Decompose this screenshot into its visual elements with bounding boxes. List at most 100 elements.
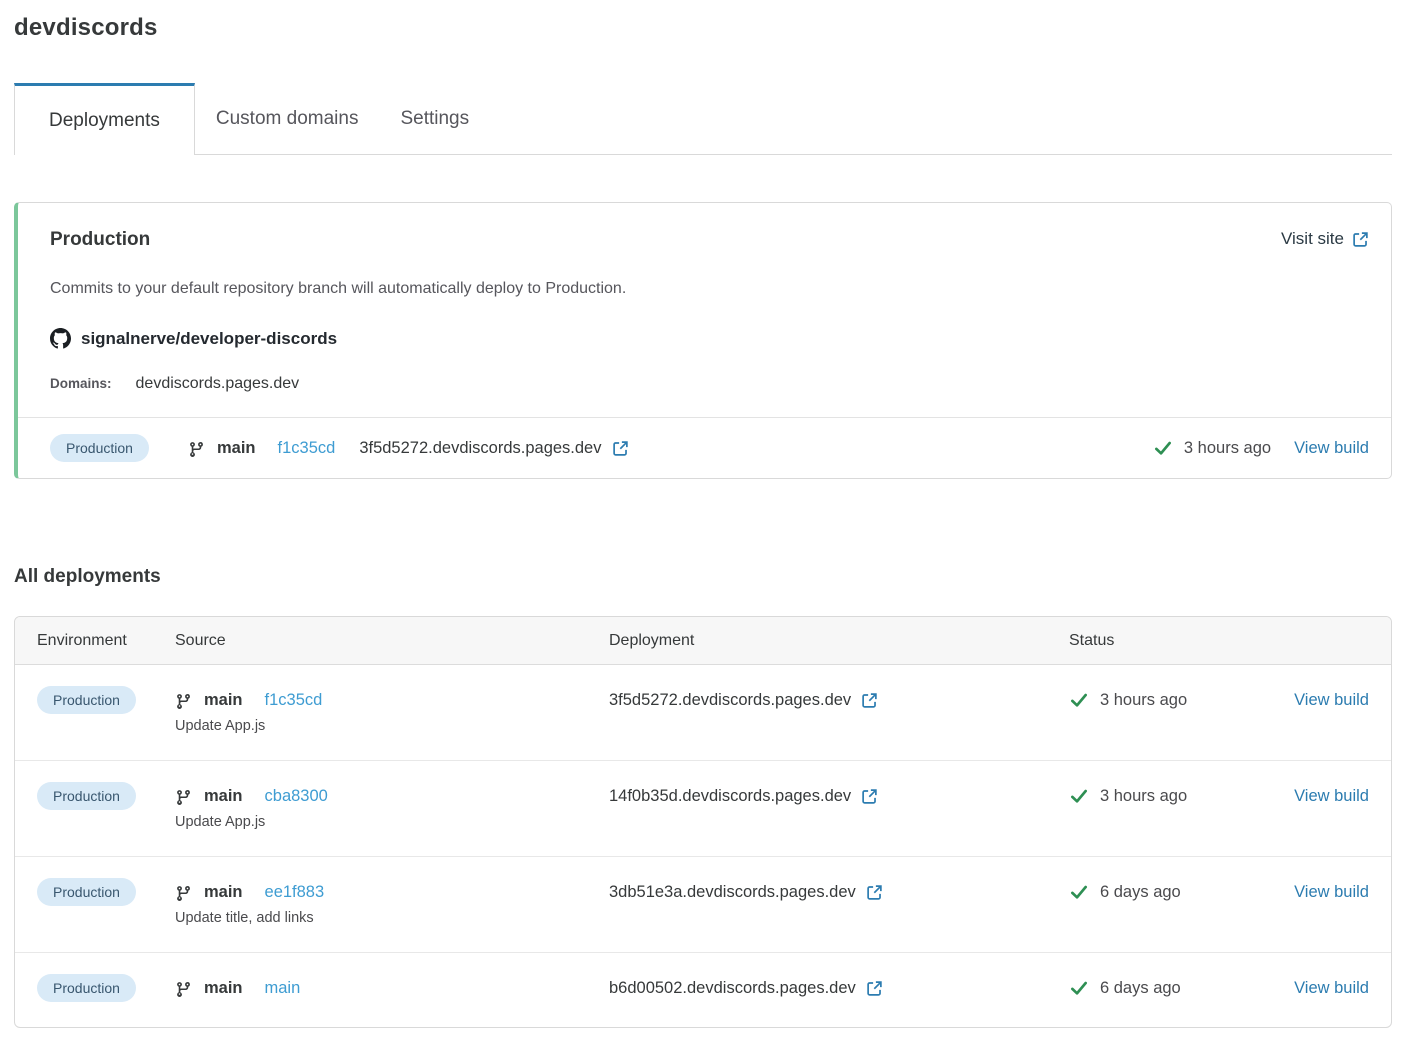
branch-name: main <box>204 878 243 906</box>
tab-bar: Deployments Custom domains Settings <box>14 83 1392 155</box>
column-header-status: Status <box>1069 631 1288 650</box>
commit-link[interactable]: f1c35cd <box>265 686 323 714</box>
commit-link[interactable]: main <box>265 974 301 1002</box>
deployment-cell: 3db51e3a.devdiscords.pages.dev <box>609 878 1069 906</box>
view-build-link[interactable]: View build <box>1294 439 1369 458</box>
tab-settings[interactable]: Settings <box>379 83 490 155</box>
check-icon <box>1069 786 1089 806</box>
branch-name: main <box>204 686 243 714</box>
environment-cell: Production <box>37 974 175 1003</box>
domains-value: devdiscords.pages.dev <box>136 375 300 393</box>
tab-deployments[interactable]: Deployments <box>14 83 195 155</box>
commit-link[interactable]: cba8300 <box>265 782 328 810</box>
domains-label: Domains: <box>50 376 112 391</box>
status-cell: 3 hours ago <box>1069 686 1288 714</box>
action-cell: View build <box>1288 782 1369 811</box>
deployment-time: 6 days ago <box>1100 878 1181 906</box>
view-build-link[interactable]: View build <box>1294 979 1369 997</box>
view-build-link[interactable]: View build <box>1294 883 1369 901</box>
environment-cell: Production <box>37 686 175 715</box>
action-cell: View build <box>1288 686 1369 715</box>
deployment-url: 14f0b35d.devdiscords.pages.dev <box>609 782 851 810</box>
commit-message: Update App.js <box>175 812 609 832</box>
external-link-icon[interactable] <box>861 788 878 805</box>
column-header-environment: Environment <box>37 631 175 650</box>
environment-cell: Production <box>50 434 188 462</box>
domains-line: Domains: devdiscords.pages.dev <box>50 375 1369 393</box>
source-cell: main f1c35cd Update App.js <box>175 686 609 736</box>
column-header-deployment: Deployment <box>609 631 1069 650</box>
git-branch-icon <box>188 441 205 458</box>
table-body: Production main f1c35cd Update App.js 3f… <box>15 665 1391 1027</box>
column-header-source: Source <box>175 631 609 650</box>
git-branch-icon <box>175 789 192 806</box>
environment-cell: Production <box>37 878 175 907</box>
check-icon <box>1153 438 1173 458</box>
commit-message: Update App.js <box>175 716 609 736</box>
source-cell: main main <box>175 974 609 1002</box>
environment-badge: Production <box>50 434 149 462</box>
check-icon <box>1069 978 1089 998</box>
deployment-url: b6d00502.devdiscords.pages.dev <box>609 974 856 1002</box>
production-latest-deployment-row: Production main f1c35cd 3f5d5272.devdisc… <box>18 417 1391 478</box>
view-build-link[interactable]: View build <box>1294 691 1369 709</box>
environment-badge: Production <box>37 878 136 906</box>
visit-site-label: Visit site <box>1281 228 1344 250</box>
page-title: devdiscords <box>14 14 1392 42</box>
check-icon <box>1069 882 1089 902</box>
repo-line[interactable]: signalnerve/developer-discords <box>50 328 1369 349</box>
deployment-url: 3f5d5272.devdiscords.pages.dev <box>609 686 851 714</box>
table-row: Production main ee1f883 Update title, ad… <box>15 856 1391 952</box>
deployment-cell: 14f0b35d.devdiscords.pages.dev <box>609 782 1069 810</box>
environment-badge: Production <box>37 782 136 810</box>
branch-name: main <box>204 782 243 810</box>
status-cell: 6 days ago <box>1069 878 1288 906</box>
deployment-time: 3 hours ago <box>1100 782 1187 810</box>
environment-cell: Production <box>37 782 175 811</box>
table-row: Production main f1c35cd Update App.js 3f… <box>15 665 1391 760</box>
external-link-icon[interactable] <box>866 980 883 997</box>
view-build-link[interactable]: View build <box>1294 787 1369 805</box>
deployment-cell: b6d00502.devdiscords.pages.dev <box>609 974 1069 1002</box>
status-cell: 6 days ago <box>1069 974 1288 1002</box>
deployment-url: 3db51e3a.devdiscords.pages.dev <box>609 878 856 906</box>
deployment-cell: 3f5d5272.devdiscords.pages.dev <box>609 686 1069 714</box>
production-description: Commits to your default repository branc… <box>50 278 1369 300</box>
table-row: Production main main b6d00502.devdiscord… <box>15 952 1391 1027</box>
external-link-icon[interactable] <box>866 884 883 901</box>
commit-link[interactable]: ee1f883 <box>265 878 325 906</box>
git-branch-icon <box>175 885 192 902</box>
production-card-title: Production <box>50 228 150 252</box>
production-card: Production Visit site Commits to your de… <box>14 202 1392 479</box>
status-and-action: 3 hours ago View build <box>1153 438 1369 458</box>
tab-bar-filler <box>490 83 1392 155</box>
source-cell: main f1c35cd <box>188 439 335 458</box>
git-branch-icon <box>175 981 192 998</box>
all-deployments-title: All deployments <box>14 565 1392 589</box>
source-cell: main cba8300 Update App.js <box>175 782 609 832</box>
tab-custom-domains[interactable]: Custom domains <box>195 83 380 155</box>
commit-link[interactable]: f1c35cd <box>278 439 336 458</box>
branch-name: main <box>217 439 256 458</box>
github-icon <box>50 328 71 349</box>
check-icon <box>1069 690 1089 710</box>
external-link-icon[interactable] <box>861 692 878 709</box>
deployment-url: 3f5d5272.devdiscords.pages.dev <box>359 439 601 458</box>
repo-name: signalnerve/developer-discords <box>81 329 337 349</box>
deployments-table: Environment Source Deployment Status Pro… <box>14 616 1392 1028</box>
external-link-icon[interactable] <box>612 440 629 457</box>
visit-site-link[interactable]: Visit site <box>1281 228 1369 250</box>
environment-badge: Production <box>37 974 136 1002</box>
deployment-time: 6 days ago <box>1100 974 1181 1002</box>
table-header-row: Environment Source Deployment Status <box>15 617 1391 665</box>
external-link-icon <box>1352 231 1369 248</box>
branch-name: main <box>204 974 243 1002</box>
deployment-cell: 3f5d5272.devdiscords.pages.dev <box>359 439 628 458</box>
action-cell: View build <box>1288 878 1369 907</box>
git-branch-icon <box>175 693 192 710</box>
action-cell: View build <box>1288 974 1369 1003</box>
deployment-time: 3 hours ago <box>1100 686 1187 714</box>
page: devdiscords Deployments Custom domains S… <box>0 0 1413 1028</box>
table-row: Production main cba8300 Update App.js 14… <box>15 760 1391 856</box>
source-cell: main ee1f883 Update title, add links <box>175 878 609 928</box>
